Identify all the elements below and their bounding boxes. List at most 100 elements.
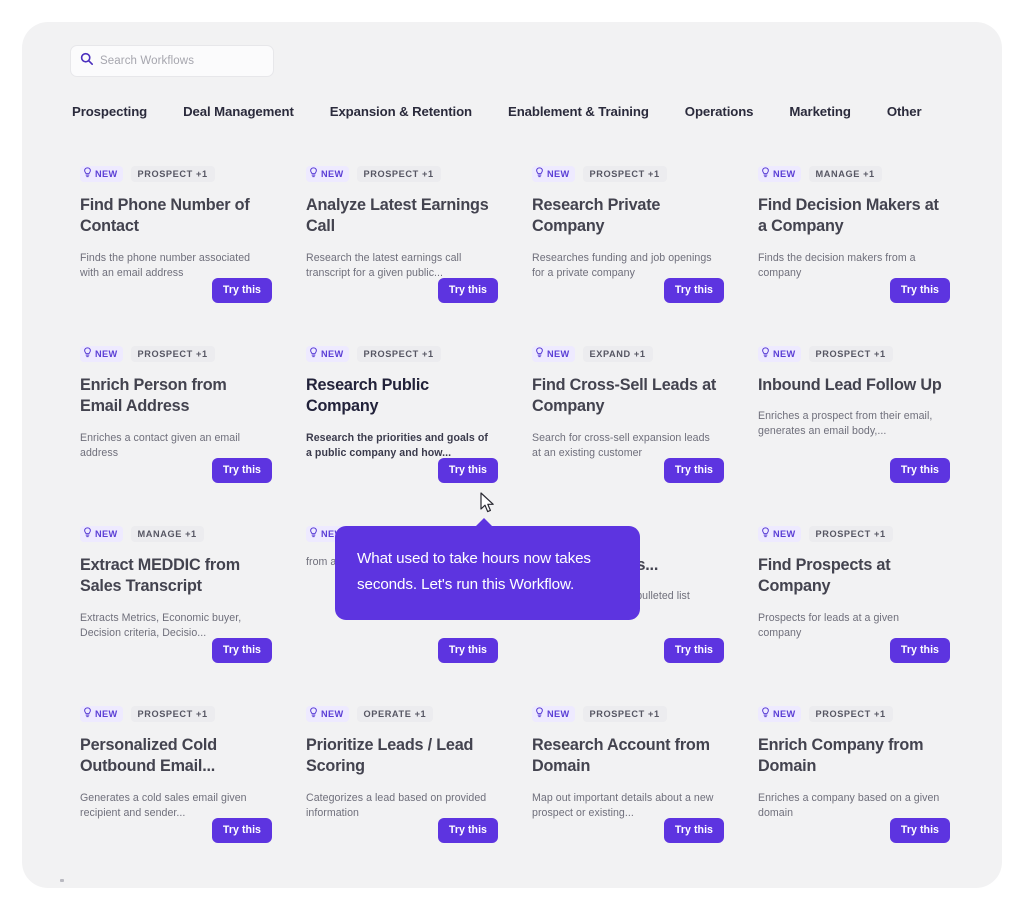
try-this-button[interactable]: Try this	[437, 818, 498, 843]
card-badges: NEW MANAGE +1	[758, 166, 952, 182]
workflow-card[interactable]: NEW MANAGE +1 Extract MEDDIC from Sales Tr…	[70, 510, 296, 690]
category-badge: PROSPECT +1	[808, 526, 893, 542]
card-badges: NEW PROSPECT +1	[532, 706, 726, 722]
try-this-button[interactable]: Try this	[211, 458, 272, 483]
card-badges: NEW OPERATE +1	[306, 706, 500, 722]
card-title: Find Decision Makers at a Company	[758, 196, 939, 236]
category-badge: EXPAND +1	[582, 346, 653, 362]
card-description: Enriches a contact given an email addres…	[80, 431, 241, 459]
new-badge: NEW	[80, 526, 123, 542]
new-badge-label: NEW	[321, 169, 344, 179]
tab-enablement-training[interactable]: Enablement & Training	[508, 104, 685, 119]
card-action-row: Try this	[211, 278, 272, 303]
lightbulb-icon	[83, 525, 92, 543]
coach-tooltip: What used to take hours now takes second…	[335, 518, 640, 621]
new-badge: NEW	[80, 166, 123, 182]
tab-other[interactable]: Other	[887, 104, 922, 119]
card-title: Research Account from Domain	[532, 736, 710, 776]
tab-operations[interactable]: Operations	[685, 104, 790, 119]
workflow-card[interactable]: NEW PROSPECT +1 Analyze Latest Earnings Ca…	[296, 150, 522, 330]
new-badge: NEW	[758, 706, 801, 722]
new-badge-label: NEW	[321, 349, 344, 359]
new-badge-label: NEW	[95, 529, 118, 539]
card-badges: NEW PROSPECT +1	[80, 166, 274, 182]
card-description: Prospects for leads at a given company	[758, 611, 900, 639]
card-title: Find Prospects at Company	[758, 556, 891, 596]
card-action-row: Try this	[889, 638, 950, 663]
card-title: Prioritize Leads / Lead Scoring	[306, 736, 474, 776]
workflow-card[interactable]: NEW PROSPECT +1 Enrich Person from Email A…	[70, 330, 296, 510]
try-this-button[interactable]: Try this	[437, 278, 498, 303]
card-action-row: Try this	[211, 818, 272, 843]
search-box[interactable]	[70, 45, 274, 77]
category-badge: PROSPECT +1	[356, 346, 441, 362]
card-action-row: Try this	[663, 818, 724, 843]
try-this-button[interactable]: Try this	[211, 638, 272, 663]
workflow-card[interactable]: NEW PROSPECT +1 Inbound Lead Follow Up Enri…	[748, 330, 974, 510]
card-title: Analyze Latest Earnings Call	[306, 196, 489, 236]
new-badge: NEW	[80, 706, 123, 722]
category-badge: PROSPECT +1	[808, 346, 893, 362]
card-title: Research Private Company	[532, 196, 661, 236]
page-artifact-speck	[60, 879, 64, 882]
workflow-card[interactable]: NEW PROSPECT +1 Enrich Company from Domain…	[748, 690, 974, 870]
new-badge-label: NEW	[773, 349, 796, 359]
workflow-card[interactable]: NEW PROSPECT +1 Find Prospects at Company P…	[748, 510, 974, 690]
card-badges: NEW PROSPECT +1	[306, 346, 500, 362]
workflow-card[interactable]: NEW PROSPECT +1 Research Public Company Res…	[296, 330, 522, 510]
category-badge: PROSPECT +1	[582, 166, 667, 182]
workflow-card[interactable]: NEW PROSPECT +1 Find Phone Number of Conta…	[70, 150, 296, 330]
card-action-row: Try this	[889, 818, 950, 843]
try-this-button[interactable]: Try this	[437, 458, 498, 483]
category-badge: OPERATE +1	[356, 706, 434, 722]
try-this-button[interactable]: Try this	[663, 458, 724, 483]
try-this-button[interactable]: Try this	[211, 818, 272, 843]
lightbulb-icon	[761, 165, 770, 183]
category-tabs: Prospecting Deal Management Expansion & …	[72, 99, 982, 123]
category-badge: PROSPECT +1	[130, 706, 215, 722]
card-badges: NEW PROSPECT +1	[306, 166, 500, 182]
card-title: Enrich Company from Domain	[758, 736, 924, 776]
category-badge: PROSPECT +1	[356, 166, 441, 182]
card-action-row: Try this	[663, 278, 724, 303]
card-badges: NEW PROSPECT +1	[758, 346, 952, 362]
tab-deal-management[interactable]: Deal Management	[183, 104, 330, 119]
new-badge-label: NEW	[95, 349, 118, 359]
try-this-button[interactable]: Try this	[889, 278, 950, 303]
new-badge-label: NEW	[95, 709, 118, 719]
new-badge: NEW	[306, 706, 349, 722]
try-this-button[interactable]: Try this	[889, 638, 950, 663]
try-this-button[interactable]: Try this	[663, 818, 724, 843]
workflow-card[interactable]: NEW PROSPECT +1 Research Private Company Re…	[522, 150, 748, 330]
new-badge: NEW	[532, 166, 575, 182]
try-this-button[interactable]: Try this	[211, 278, 272, 303]
try-this-button[interactable]: Try this	[663, 278, 724, 303]
try-this-button[interactable]: Try this	[437, 638, 498, 663]
card-description: Finds the decision makers from a company	[758, 251, 916, 279]
workflow-card[interactable]: NEW EXPAND +1 Find Cross-Sell Leads at Com…	[522, 330, 748, 510]
new-badge-label: NEW	[321, 709, 344, 719]
new-badge: NEW	[758, 526, 801, 542]
workflow-card[interactable]: NEW OPERATE +1 Prioritize Leads / Lead Sco…	[296, 690, 522, 870]
new-badge: NEW	[532, 346, 575, 362]
workflow-card[interactable]: NEW PROSPECT +1 Personalized Cold Outbound…	[70, 690, 296, 870]
tab-marketing[interactable]: Marketing	[789, 104, 886, 119]
card-badges: NEW PROSPECT +1	[532, 166, 726, 182]
card-description: Enriches a prospect from their email, ge…	[758, 410, 933, 438]
try-this-button[interactable]: Try this	[889, 818, 950, 843]
tooltip-arrow	[475, 518, 493, 527]
workflow-card[interactable]: NEW PROSPECT +1 Research Account from Doma…	[522, 690, 748, 870]
new-badge: NEW	[532, 706, 575, 722]
card-title: Inbound Lead Follow Up	[758, 376, 942, 394]
tab-expansion-retention[interactable]: Expansion & Retention	[330, 104, 508, 119]
workflow-card[interactable]: NEW MANAGE +1 Find Decision Makers at a Co…	[748, 150, 974, 330]
lightbulb-icon	[761, 705, 770, 723]
try-this-button[interactable]: Try this	[663, 638, 724, 663]
try-this-button[interactable]: Try this	[889, 458, 950, 483]
new-badge-label: NEW	[773, 709, 796, 719]
tab-prospecting[interactable]: Prospecting	[72, 104, 183, 119]
search-input[interactable]	[100, 55, 264, 67]
card-description: Search for cross-sell expansion leads at…	[532, 431, 710, 459]
card-badges: NEW PROSPECT +1	[80, 346, 274, 362]
card-action-row: Try this	[437, 818, 498, 843]
